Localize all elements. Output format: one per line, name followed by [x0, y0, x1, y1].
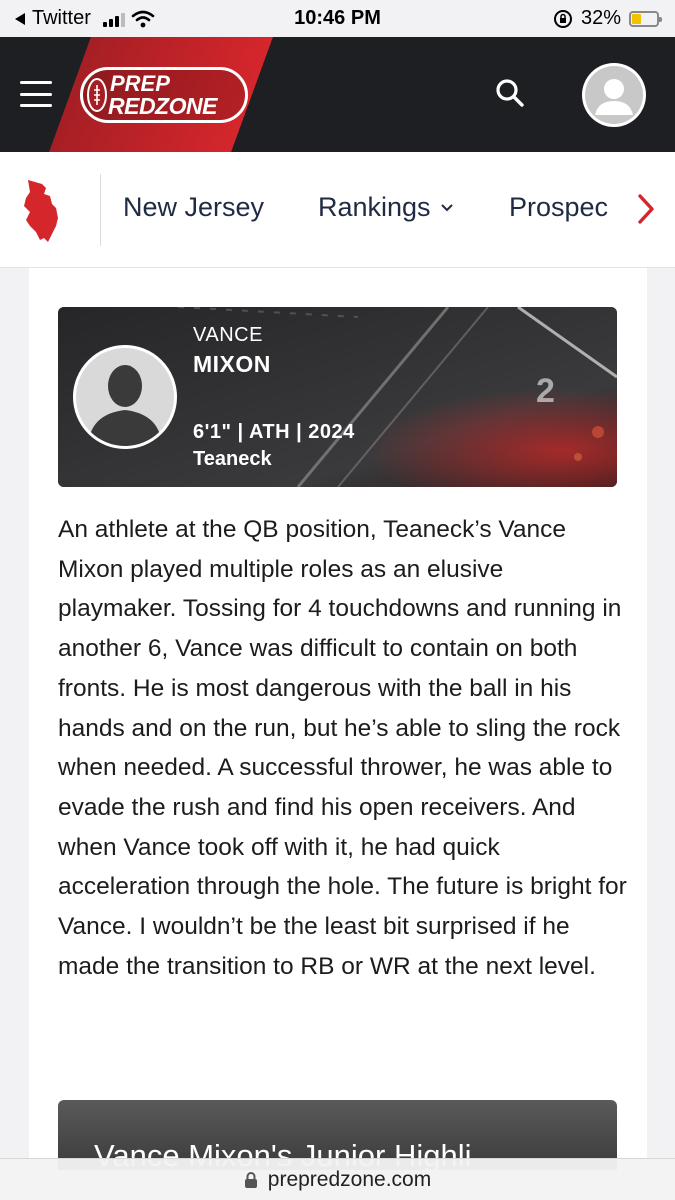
player-profile-banner[interactable]: 2 VANCE MIXON 6'1" | ATH | 2024 Teaneck: [58, 307, 617, 487]
hamburger-menu-icon[interactable]: [20, 81, 52, 107]
url-domain: prepredzone.com: [267, 1167, 432, 1191]
state-subnav: New Jersey Rankings Prospec: [0, 152, 675, 268]
player-school: Teaneck: [193, 448, 272, 470]
new-jersey-state-icon[interactable]: [22, 178, 64, 244]
logo-text-line2: REDZONE: [108, 93, 217, 119]
status-right: 32%: [553, 7, 662, 30]
site-header: PREP REDZONE: [0, 37, 675, 152]
subnav-item-rankings-label: Rankings: [318, 192, 431, 222]
svg-text:2: 2: [536, 372, 555, 410]
orientation-lock-icon: [553, 9, 572, 28]
football-icon: [87, 78, 107, 112]
user-avatar[interactable]: [582, 63, 646, 127]
subnav-item-prospects[interactable]: Prospec: [509, 192, 617, 223]
search-icon[interactable]: [494, 77, 526, 109]
player-silhouette-icon: [76, 348, 174, 446]
subnav-item-new-jersey[interactable]: New Jersey: [123, 192, 264, 223]
player-photo-placeholder: [73, 345, 177, 449]
player-meta: 6'1" | ATH | 2024: [193, 421, 355, 443]
subnav-item-rankings[interactable]: Rankings: [318, 192, 453, 223]
player-first-name: VANCE: [193, 324, 263, 346]
player-last-name: MIXON: [193, 351, 271, 377]
user-silhouette-icon: [585, 66, 643, 124]
subnav-divider: [100, 174, 101, 246]
chevron-down-icon: [440, 203, 453, 211]
status-bar: Twitter 10:46 PM 32%: [0, 0, 675, 37]
lock-icon: [244, 1171, 257, 1188]
article-body: An athlete at the QB position, Teaneck’s…: [58, 516, 627, 980]
chevron-right-icon[interactable]: [634, 192, 658, 226]
battery-icon: [629, 10, 662, 27]
site-logo[interactable]: PREP REDZONE: [80, 67, 248, 123]
browser-url-bar[interactable]: prepredzone.com: [0, 1158, 675, 1200]
battery-percent: 32%: [580, 7, 621, 29]
